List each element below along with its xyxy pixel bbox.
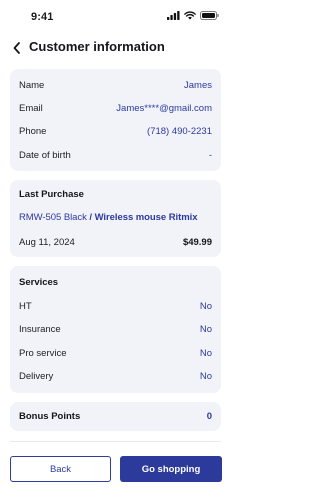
- last-purchase-title: Last Purchase: [19, 189, 84, 200]
- purchase-date: Aug 11, 2024: [19, 236, 75, 248]
- dob-value: -: [208, 149, 212, 161]
- email-value[interactable]: James****@gmail.com: [116, 103, 212, 114]
- bonus-points-row: Bonus Points 0: [19, 409, 212, 423]
- services-card: Services HT No Insurance No Pro service …: [10, 266, 221, 393]
- wifi-icon: [184, 11, 196, 20]
- last-purchase-card: Last Purchase RMW-505 Black / Wireless m…: [10, 180, 221, 257]
- name-value: James: [184, 79, 212, 91]
- personal-info-card: Name James Email James****@gmail.com Pho…: [10, 69, 221, 171]
- product-link[interactable]: RMW-505 Black / Wireless mouse Ritmix: [19, 212, 198, 223]
- service-value: No: [199, 370, 212, 382]
- email-label: Email: [19, 102, 43, 114]
- product-title: Wireless mouse Ritmix: [94, 212, 198, 223]
- dob-label: Date of birth: [19, 149, 71, 161]
- service-row-insurance: Insurance No: [19, 322, 212, 336]
- go-shopping-button[interactable]: Go shopping: [120, 456, 222, 482]
- battery-icon: [200, 11, 219, 20]
- bonus-points-card: Bonus Points 0: [10, 402, 221, 431]
- service-value: No: [199, 323, 212, 335]
- phone-label: Phone: [19, 125, 47, 137]
- phone-row: Phone (718) 490-2231: [19, 124, 212, 138]
- service-label: Delivery: [19, 370, 54, 382]
- phone-value[interactable]: (718) 490-2231: [147, 126, 212, 137]
- divider: [10, 441, 221, 442]
- service-value: No: [199, 300, 212, 312]
- service-row-pro-service: Pro service No: [19, 346, 212, 360]
- purchase-price: $49.99: [182, 236, 212, 248]
- service-label: HT: [19, 300, 32, 312]
- name-label: Name: [19, 79, 45, 91]
- page-title: Customer information: [29, 39, 165, 54]
- service-label: Insurance: [19, 323, 61, 335]
- product-code: RMW-505 Black: [19, 212, 87, 223]
- dob-row: Date of birth -: [19, 148, 212, 162]
- status-bar: 9:41: [0, 0, 231, 32]
- signal-icon: [167, 11, 180, 20]
- service-value: No: [199, 347, 212, 359]
- bonus-points-label: Bonus Points: [19, 410, 81, 422]
- header: Customer information: [0, 36, 231, 60]
- bonus-points-value: 0: [206, 410, 212, 422]
- services-title: Services: [19, 277, 59, 288]
- status-icons: [167, 11, 219, 20]
- chevron-left-icon[interactable]: [11, 41, 23, 55]
- status-time: 9:41: [31, 11, 54, 23]
- email-row: Email James****@gmail.com: [19, 101, 212, 115]
- service-row-delivery: Delivery No: [19, 369, 212, 383]
- purchase-details-row: Aug 11, 2024 $49.99: [19, 235, 212, 249]
- name-row: Name James: [19, 78, 212, 92]
- product-separator: /: [86, 212, 95, 223]
- service-row-ht: HT No: [19, 299, 212, 313]
- back-button[interactable]: Back: [10, 456, 111, 482]
- service-label: Pro service: [19, 347, 67, 359]
